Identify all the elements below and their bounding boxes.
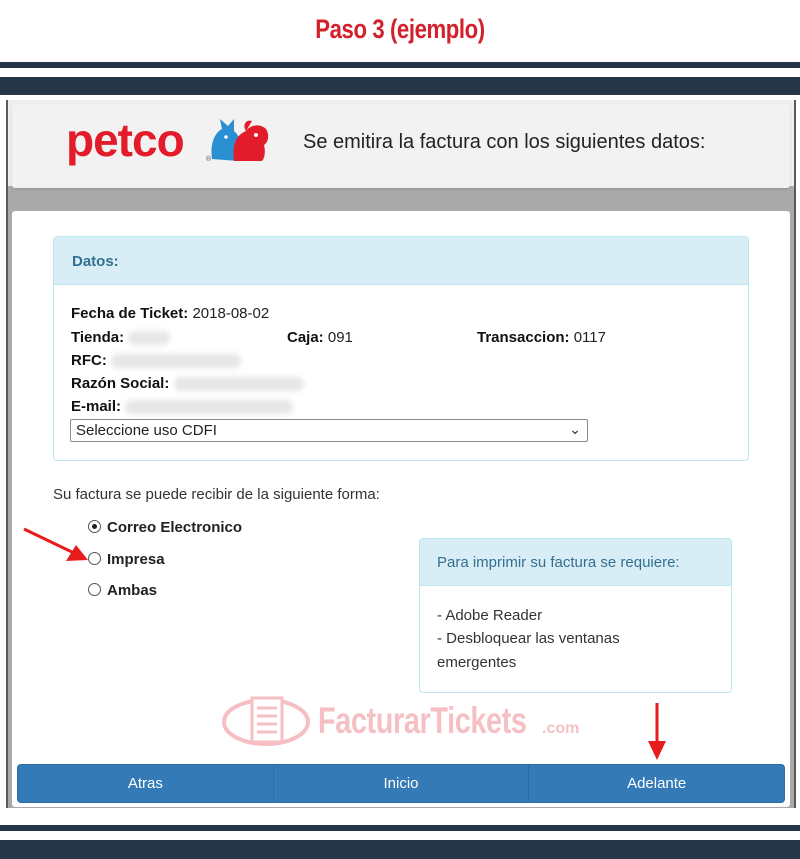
uso-cfdi-selected: Seleccione uso CDFI <box>76 422 217 439</box>
radio-ambas[interactable]: Ambas <box>88 582 157 599</box>
print-panel-header: Para imprimir su factura se requiere: <box>420 539 731 586</box>
caja-label: Caja: <box>287 329 324 346</box>
page: Paso 3 (ejemplo) petco ® Se emitira la f… <box>0 0 800 859</box>
top-divider-thick <box>0 77 800 95</box>
caja-value: 091 <box>327 329 353 346</box>
inicio-button[interactable]: Inicio <box>274 765 530 802</box>
chevron-down-icon: ⌄ <box>569 421 581 437</box>
email-value-redacted <box>125 400 294 415</box>
arrow-down-annotation-icon <box>648 703 666 760</box>
fecha-label: Fecha de Ticket: <box>71 305 189 322</box>
transaccion-value: 0117 <box>573 329 606 346</box>
navigation-button-group: Atras Inicio Adelante <box>17 764 785 803</box>
logo-text: petco <box>66 114 185 166</box>
tienda-value-redacted <box>128 331 171 346</box>
header-message: Se emitira la factura con los siguientes… <box>303 131 706 153</box>
razon-label: Razón Social: <box>71 375 170 392</box>
fecha-value: 2018-08-02 <box>192 305 270 322</box>
print-item: - Adobe Reader <box>437 607 543 624</box>
print-item: - Desbloquear las ventanas <box>437 630 620 647</box>
email-row: E-mail: <box>71 398 294 415</box>
svg-text:®: ® <box>206 155 212 163</box>
uso-cfdi-select[interactable]: Seleccione uso CDFI ⌄ <box>70 419 588 442</box>
watermark-text: FacturarTickets <box>318 700 527 741</box>
caja-row: Caja: 091 <box>287 329 353 346</box>
radio-impresa[interactable]: Impresa <box>88 551 165 568</box>
arrow-right-annotation-icon <box>23 527 88 561</box>
print-panel-title: Para imprimir su factura se requiere: <box>437 554 680 571</box>
petco-dog-cat-icon: ® <box>206 119 269 163</box>
radio-ambas-label: Ambas <box>107 582 158 599</box>
rfc-row: RFC: <box>71 352 241 369</box>
print-item: emergentes <box>437 654 517 671</box>
delivery-instructions: Su factura se puede recibir de la siguie… <box>53 486 380 503</box>
watermark-suffix: .com <box>542 720 580 737</box>
bottom-divider-thick <box>0 840 800 859</box>
radio-button[interactable] <box>88 583 101 596</box>
print-requirements-panel: Para imprimir su factura se requiere: - … <box>419 538 732 693</box>
atras-button[interactable]: Atras <box>18 765 274 802</box>
top-divider-thin <box>0 62 800 68</box>
petco-logo: petco ® <box>66 114 271 170</box>
tienda-row: Tienda: <box>71 329 171 346</box>
radio-correo-label: Correo Electronico <box>107 519 243 536</box>
radio-correo[interactable]: Correo Electronico <box>88 519 242 536</box>
bottom-divider-thin <box>0 825 800 831</box>
rfc-value-redacted <box>111 354 241 369</box>
adelante-button[interactable]: Adelante <box>529 765 784 802</box>
transaccion-row: Transaccion: 0117 <box>477 329 606 346</box>
page-title: Paso 3 (ejemplo) <box>315 14 485 44</box>
tienda-label: Tienda: <box>71 329 125 346</box>
email-label: E-mail: <box>71 398 122 415</box>
receipt-icon <box>222 696 310 746</box>
rfc-label: RFC: <box>71 352 107 369</box>
datos-panel-header: Datos: <box>54 237 748 285</box>
watermark: FacturarTickets .com <box>222 690 582 750</box>
razon-value-redacted <box>173 377 304 392</box>
razon-row: Razón Social: <box>71 375 304 392</box>
fecha-row: Fecha de Ticket: 2018-08-02 <box>71 305 269 322</box>
datos-title: Datos: <box>72 253 119 270</box>
radio-impresa-label: Impresa <box>107 551 165 568</box>
transaccion-label: Transaccion: <box>477 329 570 346</box>
